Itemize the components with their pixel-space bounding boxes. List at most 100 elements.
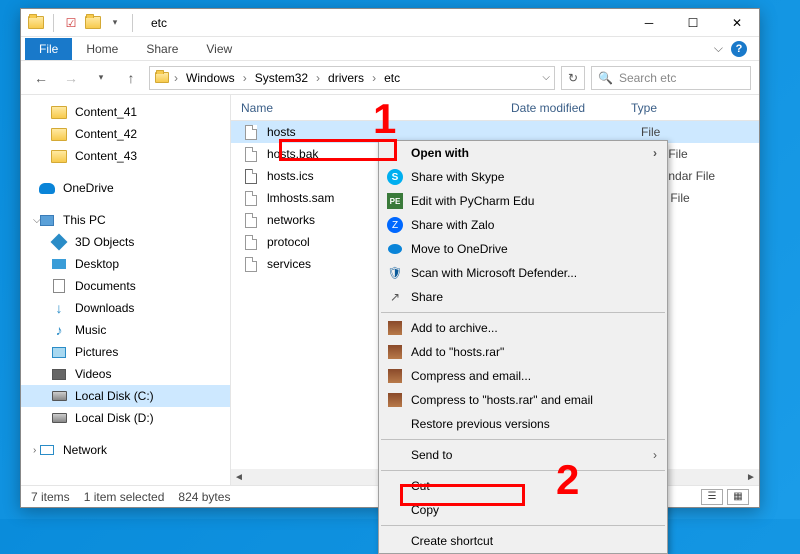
new-folder-icon[interactable] xyxy=(84,14,102,32)
ctx-share-zalo[interactable]: ZShare with Zalo xyxy=(379,213,667,237)
sidebar-item-pictures[interactable]: Pictures xyxy=(21,341,230,363)
details-view-button[interactable]: ☰ xyxy=(701,489,723,505)
sidebar-item-localdisk-c[interactable]: Local Disk (C:) xyxy=(21,385,230,407)
chevron-right-icon[interactable]: › xyxy=(172,71,180,85)
sidebar-item-onedrive[interactable]: OneDrive xyxy=(21,177,230,199)
sidebar-item-documents[interactable]: Documents xyxy=(21,275,230,297)
nav-tree: Content_41 Content_42 Content_43 OneDriv… xyxy=(21,95,231,485)
crumb-etc[interactable]: etc xyxy=(380,69,404,87)
crumb-drivers[interactable]: drivers xyxy=(324,69,368,87)
close-button[interactable]: ✕ xyxy=(715,9,759,37)
skype-icon: S xyxy=(387,169,403,185)
chevron-right-icon[interactable]: › xyxy=(241,71,249,85)
label: Scan with Microsoft Defender... xyxy=(411,266,577,280)
search-placeholder: Search etc xyxy=(619,71,676,85)
label: Pictures xyxy=(75,345,118,359)
collapse-icon[interactable]: ⌵ xyxy=(33,215,41,226)
sidebar-item-music[interactable]: ♪Music xyxy=(21,319,230,341)
tab-file[interactable]: File xyxy=(25,38,72,60)
address-bar[interactable]: › Windows › System32 › drivers › etc ⌵ xyxy=(149,66,555,90)
status-item-count: 7 items xyxy=(31,490,70,504)
sidebar-item-content43[interactable]: Content_43 xyxy=(21,145,230,167)
sidebar-item-thispc[interactable]: ⌵This PC xyxy=(21,209,230,231)
file-icon xyxy=(243,190,259,206)
help-icon[interactable]: ? xyxy=(731,41,747,57)
downloads-icon: ↓ xyxy=(51,300,67,316)
separator xyxy=(381,312,665,313)
column-name[interactable]: Name xyxy=(231,97,431,119)
ctx-add-hosts-rar[interactable]: Add to "hosts.rar" xyxy=(379,340,667,364)
sidebar-item-network[interactable]: › Network xyxy=(21,439,230,461)
network-icon xyxy=(39,442,55,458)
ctx-cut[interactable]: Cut xyxy=(379,474,667,498)
sidebar-item-3dobjects[interactable]: 3D Objects xyxy=(21,231,230,253)
forward-button[interactable]: → xyxy=(59,66,83,90)
label: Network xyxy=(63,443,107,457)
ctx-compress-hosts-email[interactable]: Compress to "hosts.rar" and email xyxy=(379,388,667,412)
ctx-send-to[interactable]: Send to› xyxy=(379,443,667,467)
label: Share xyxy=(411,290,443,304)
desktop-icon xyxy=(51,256,67,272)
tab-view[interactable]: View xyxy=(192,38,246,60)
column-date[interactable]: Date modified xyxy=(501,97,621,119)
label: Desktop xyxy=(75,257,119,271)
file-icon xyxy=(243,234,259,250)
sidebar-item-content42[interactable]: Content_42 xyxy=(21,123,230,145)
history-dropdown[interactable]: ▾ xyxy=(89,66,113,90)
ctx-copy[interactable]: Copy xyxy=(379,498,667,522)
up-button[interactable]: ↑ xyxy=(119,66,143,90)
music-icon: ♪ xyxy=(51,322,67,338)
ctx-share-skype[interactable]: SShare with Skype xyxy=(379,165,667,189)
scroll-left-icon[interactable]: ◄ xyxy=(231,469,247,485)
address-dropdown-icon[interactable]: ⌵ xyxy=(542,72,550,83)
ctx-edit-pycharm[interactable]: PEEdit with PyCharm Edu xyxy=(379,189,667,213)
label: Compress to "hosts.rar" and email xyxy=(411,393,593,407)
label: Content_42 xyxy=(75,127,137,141)
label: Send to xyxy=(411,448,452,462)
ribbon-tabs: File Home Share View ⌵ ? xyxy=(21,37,759,61)
label: Move to OneDrive xyxy=(411,242,508,256)
label: Local Disk (C:) xyxy=(75,389,154,403)
sidebar-item-downloads[interactable]: ↓ Downloads xyxy=(21,297,230,319)
sidebar-item-videos[interactable]: Videos xyxy=(21,363,230,385)
ctx-move-onedrive[interactable]: Move to OneDrive xyxy=(379,237,667,261)
minimize-button[interactable]: ─ xyxy=(627,9,671,37)
ctx-create-shortcut[interactable]: Create shortcut xyxy=(379,529,667,553)
file-icon xyxy=(243,212,259,228)
label: Videos xyxy=(75,367,111,381)
properties-icon[interactable]: ☑ xyxy=(62,14,80,32)
sidebar-item-desktop[interactable]: Desktop xyxy=(21,253,230,275)
sidebar-item-localdisk-d[interactable]: Local Disk (D:) xyxy=(21,407,230,429)
3d-icon xyxy=(51,234,67,250)
chevron-right-icon[interactable]: › xyxy=(314,71,322,85)
file-name: networks xyxy=(267,213,315,227)
ctx-open-with[interactable]: Open with› xyxy=(379,141,667,165)
ctx-restore-versions[interactable]: Restore previous versions xyxy=(379,412,667,436)
ctx-add-archive[interactable]: Add to archive... xyxy=(379,316,667,340)
qat-dropdown-icon[interactable]: ▾ xyxy=(106,14,124,32)
separator xyxy=(381,470,665,471)
maximize-button[interactable]: ☐ xyxy=(671,9,715,37)
expand-icon[interactable]: › xyxy=(33,445,36,456)
window-title: etc xyxy=(151,16,167,30)
crumb-windows[interactable]: Windows xyxy=(182,69,239,87)
separator xyxy=(132,14,133,32)
column-type[interactable]: Type xyxy=(621,97,721,119)
scroll-right-icon[interactable]: ► xyxy=(743,469,759,485)
ctx-compress-email[interactable]: Compress and email... xyxy=(379,364,667,388)
sidebar-item-content41[interactable]: Content_41 xyxy=(21,101,230,123)
tab-home[interactable]: Home xyxy=(72,38,132,60)
tab-share[interactable]: Share xyxy=(132,38,192,60)
ctx-scan-defender[interactable]: 🛡Scan with Microsoft Defender... xyxy=(379,261,667,285)
thumbnails-view-button[interactable]: ▦ xyxy=(727,489,749,505)
back-button[interactable]: ← xyxy=(29,66,53,90)
ribbon-toggle-icon[interactable]: ⌵ xyxy=(714,41,723,56)
file-icon xyxy=(243,256,259,272)
search-input[interactable]: 🔍 Search etc xyxy=(591,66,751,90)
crumb-system32[interactable]: System32 xyxy=(251,69,312,87)
chevron-right-icon[interactable]: › xyxy=(370,71,378,85)
file-name: lmhosts.sam xyxy=(267,191,334,205)
ctx-share[interactable]: ↗Share xyxy=(379,285,667,309)
label: Downloads xyxy=(75,301,134,315)
refresh-button[interactable]: ↻ xyxy=(561,66,585,90)
